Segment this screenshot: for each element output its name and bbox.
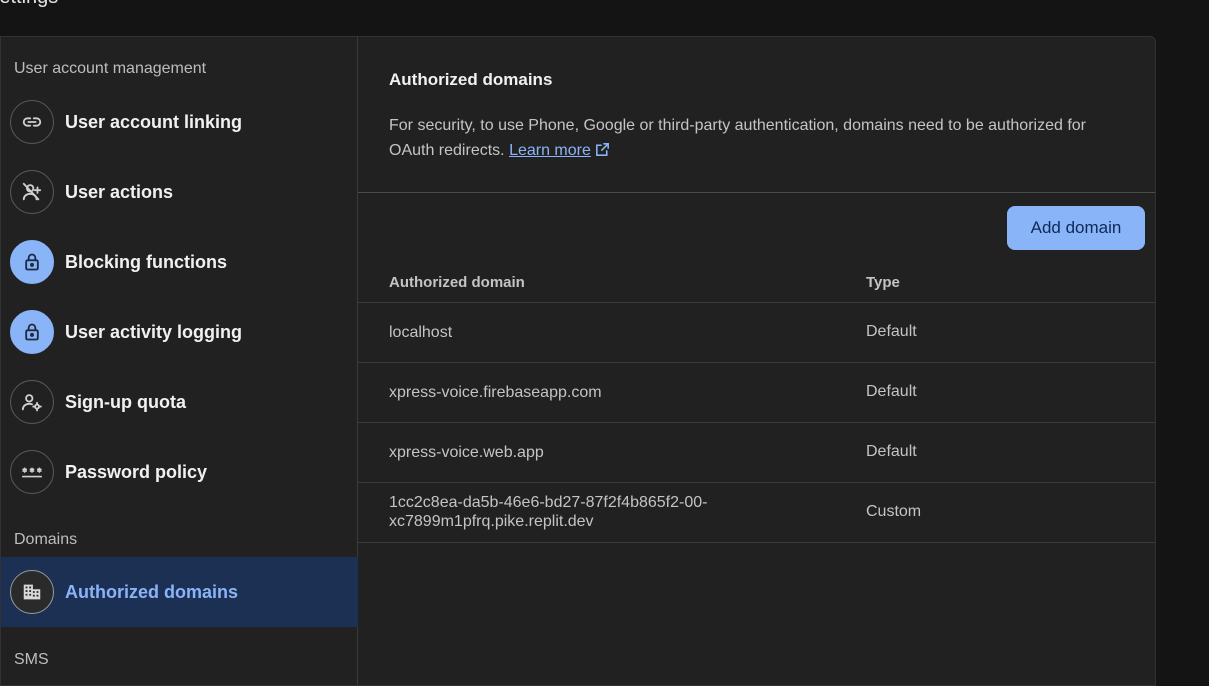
type-cell: Default [866, 443, 917, 460]
link-icon [10, 100, 54, 144]
domain-cell: xpress-voice.firebaseapp.com [389, 384, 602, 401]
person-settings-icon [10, 380, 54, 424]
column-header-type[interactable]: Type [866, 274, 900, 291]
sidebar-item-password-policy[interactable]: Password policy [1, 437, 358, 507]
type-cell: Custom [866, 503, 922, 520]
person-off-icon [10, 170, 54, 214]
domain-icon [10, 570, 54, 614]
type-cell: Default [866, 383, 917, 400]
column-header-authorized-domain[interactable]: Authorized domain [389, 274, 525, 291]
sidebar-item-label: User activity logging [65, 321, 243, 342]
lock-icon [10, 310, 54, 354]
description-text: For security, to use Phone, Google or th… [389, 117, 1086, 159]
sidebar-item-label: Authorized domains [65, 581, 239, 602]
divider [358, 192, 1155, 193]
sidebar-item-user-account-linking[interactable]: User account linking [1, 87, 358, 157]
add-domain-button[interactable]: Add domain [1007, 206, 1145, 250]
section-description: For security, to use Phone, Google or th… [389, 113, 1119, 166]
domain-cell: localhost [389, 324, 453, 341]
sidebar-item-label: Blocking functions [65, 251, 227, 272]
table-row[interactable]: xpress-voice.firebaseapp.com Default [358, 362, 1155, 423]
main-panel: Authorized domains For security, to use … [358, 37, 1155, 685]
table-row[interactable]: 1cc2c8ea-da5b-46e6-bd27-87f2f4b865f2-00-… [358, 482, 1155, 543]
sidebar-item-blocking-functions[interactable]: Blocking functions [1, 227, 358, 297]
sidebar: User account management User account lin… [1, 37, 358, 685]
password-icon [10, 450, 54, 494]
sidebar-item-label: User actions [65, 181, 174, 202]
type-cell: Default [866, 323, 917, 340]
settings-card: User account management User account lin… [0, 36, 1156, 686]
section-title: Authorized domains [389, 70, 553, 89]
sidebar-item-authorized-domains[interactable]: Authorized domains [1, 557, 358, 627]
open-in-new-icon [594, 141, 611, 166]
section-label-domains: Domains [14, 531, 78, 548]
sidebar-item-label: User account linking [65, 111, 243, 132]
sidebar-item-user-actions[interactable]: User actions [1, 157, 358, 227]
domain-cell: 1cc2c8ea-da5b-46e6-bd27-87f2f4b865f2-00-… [389, 494, 708, 530]
page-title: Settings [0, 0, 58, 9]
domain-cell: xpress-voice.web.app [389, 444, 544, 461]
sidebar-item-sign-up-quota[interactable]: Sign-up quota [1, 367, 358, 437]
sidebar-item-user-activity-logging[interactable]: User activity logging [1, 297, 358, 367]
sidebar-item-label: Sign-up quota [65, 391, 186, 412]
table-end-divider [358, 542, 1155, 543]
learn-more-link[interactable]: Learn more [509, 142, 591, 159]
section-label-user-account-management: User account management [14, 60, 207, 77]
table-row[interactable]: xpress-voice.web.app Default [358, 422, 1155, 483]
sidebar-item-label: Password policy [65, 461, 208, 482]
table-row[interactable]: localhost Default [358, 302, 1155, 363]
section-label-sms: SMS [14, 651, 49, 668]
lock-icon [10, 240, 54, 284]
